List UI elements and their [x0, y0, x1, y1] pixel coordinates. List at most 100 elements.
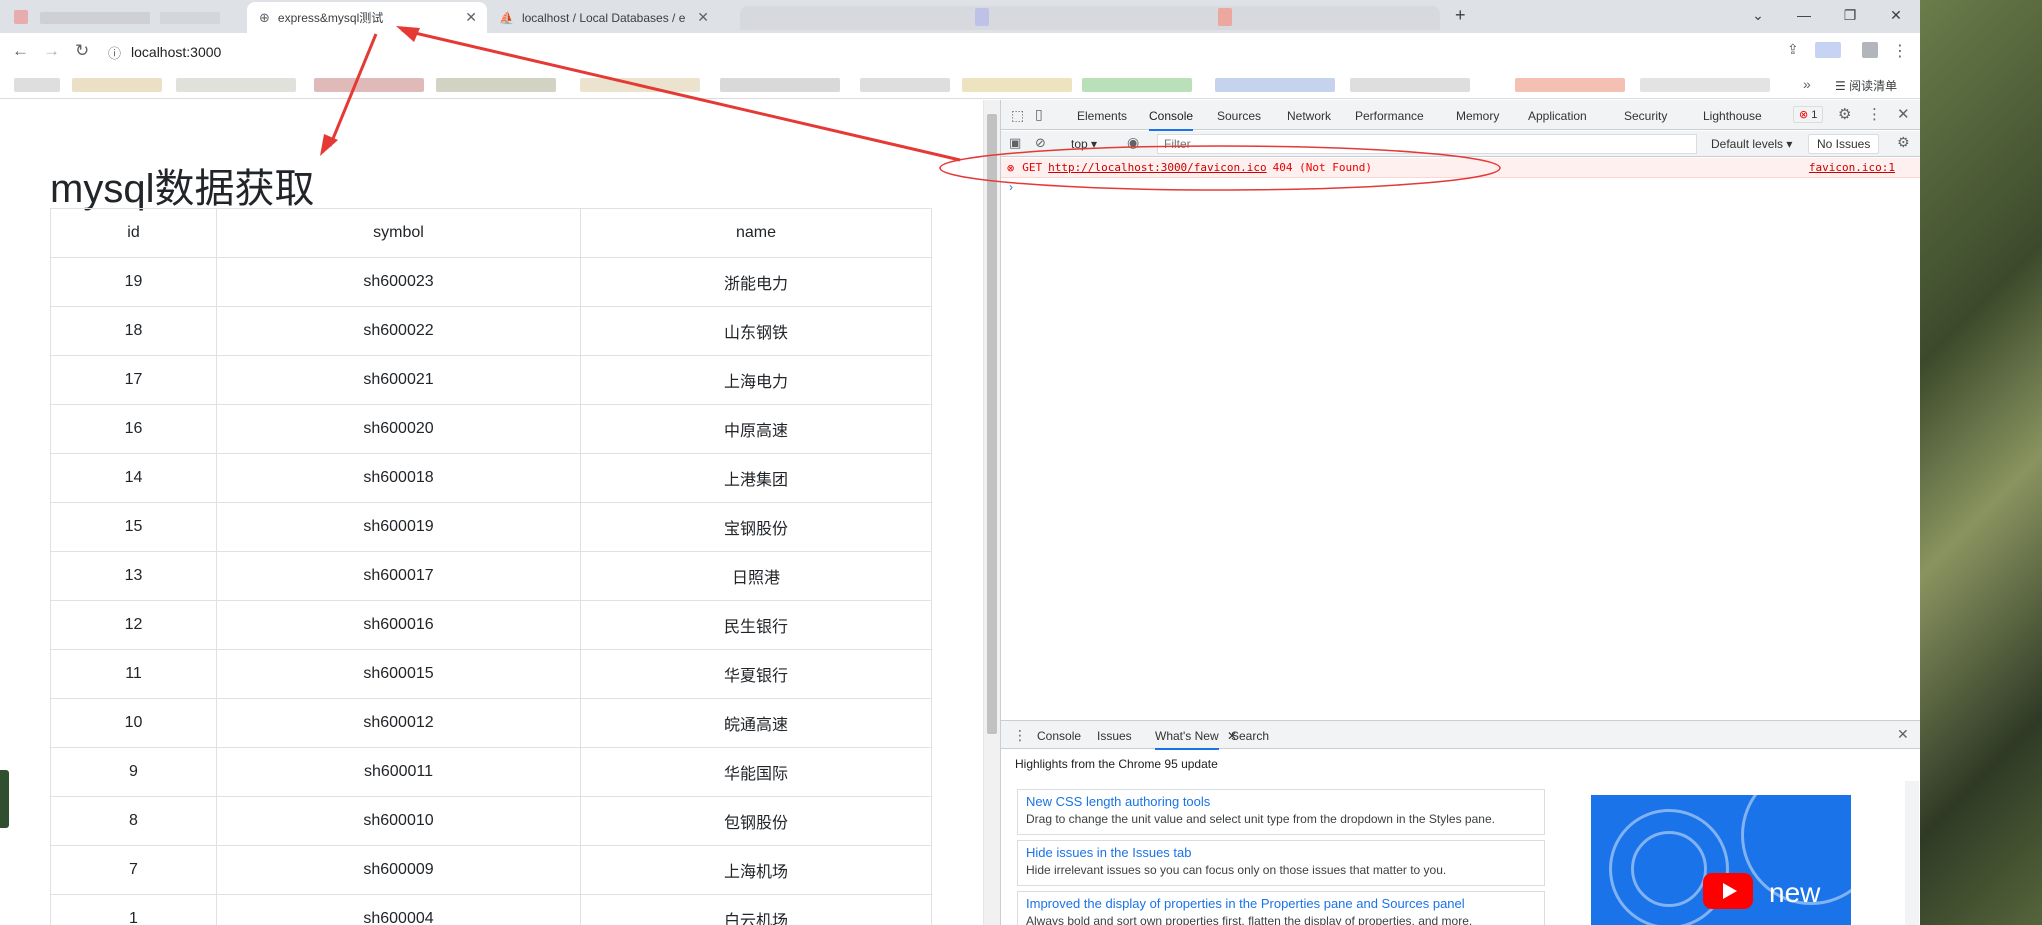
blurred-bookmark[interactable] [14, 78, 60, 92]
inspect-element-icon[interactable]: ⬚ [1011, 107, 1024, 124]
blurred-bookmark[interactable] [1350, 78, 1470, 92]
blurred-bookmark[interactable] [176, 78, 296, 92]
cell-symbol: sh600021 [216, 355, 581, 405]
blurred-extension-icon[interactable] [1862, 42, 1878, 58]
blurred-bookmark[interactable] [962, 78, 1072, 92]
console-error-message: ⊗ GET http://localhost:3000/favicon.ico … [1001, 158, 1920, 178]
devtools-tab-memory[interactable]: Memory [1456, 109, 1499, 123]
devtools-tab-sources[interactable]: Sources [1217, 109, 1261, 123]
live-expression-eye-icon[interactable]: ◉ [1127, 134, 1139, 151]
close-tab-icon[interactable]: ✕ [465, 9, 477, 26]
table-row: 8 sh600010 包钢股份 [50, 796, 932, 846]
devtools-tab-application[interactable]: Application [1528, 109, 1587, 123]
clear-console-icon[interactable]: ⊘ [1035, 135, 1046, 151]
cell-symbol: sh600010 [216, 796, 581, 846]
cell-name: 上海机场 [580, 845, 932, 895]
blurred-bookmark[interactable] [72, 78, 162, 92]
globe-icon: ⊕ [259, 9, 270, 25]
close-window-button[interactable]: ✕ [1873, 0, 1919, 30]
device-toolbar-icon[interactable]: ▯ [1035, 106, 1043, 123]
info-icon[interactable]: ⓘ [108, 43, 121, 62]
close-drawer-icon[interactable]: ✕ [1897, 726, 1909, 743]
share-icon[interactable]: ⇪ [1787, 41, 1799, 58]
news-description: Hide irrelevant issues so you can focus … [1026, 863, 1447, 877]
news-item[interactable]: Improved the display of properties in th… [1017, 891, 1545, 925]
devtools-tab-console[interactable]: Console [1149, 109, 1194, 131]
minimize-button[interactable]: — [1781, 0, 1827, 30]
drawer-tab-search[interactable]: Search [1231, 729, 1269, 743]
address-bar[interactable]: ⓘ localhost:3000 [108, 38, 1788, 66]
drawer-menu-icon[interactable]: ⋮ [1013, 727, 1027, 744]
restore-button[interactable]: ❐ [1827, 0, 1873, 30]
drawer-tab-console[interactable]: Console [1037, 729, 1081, 743]
blurred-tabs[interactable] [740, 6, 1440, 30]
error-source-link[interactable]: favicon.ico:1 [1809, 161, 1895, 174]
blurred-bookmark[interactable] [1515, 78, 1625, 92]
new-tab-button[interactable]: + [1455, 5, 1466, 26]
tab-express-mysql[interactable]: ⊕ express&mysql测试 ✕ [247, 2, 487, 33]
youtube-play-icon[interactable] [1703, 873, 1753, 909]
kebab-menu-icon[interactable]: ⋮ [1892, 41, 1908, 61]
back-arrow-icon[interactable]: ← [12, 41, 29, 61]
issues-button[interactable]: No Issues [1808, 134, 1880, 154]
forward-arrow-icon[interactable]: → [43, 41, 60, 61]
reading-list-button[interactable]: ☰ 阅读清单 [1835, 77, 1897, 94]
drawer-tab-whatsnew[interactable]: What's New [1155, 729, 1219, 750]
error-icon: ⊗ [1799, 109, 1809, 121]
error-url-link[interactable]: http://localhost:3000/favicon.ico [1048, 161, 1267, 174]
page-content: mysql数据获取 id symbol name 19 sh600023 浙能电力 1… [0, 100, 983, 925]
news-title[interactable]: Improved the display of properties in th… [1026, 896, 1536, 911]
devtools-tab-elements[interactable]: Elements [1077, 109, 1127, 123]
blurred-bookmark[interactable] [1082, 78, 1192, 92]
chrome-95-video-thumbnail[interactable]: new [1591, 795, 1851, 925]
close-tab-icon[interactable]: ✕ [697, 9, 709, 26]
blurred-bookmark[interactable] [860, 78, 950, 92]
cell-symbol: sh600018 [216, 453, 581, 503]
blurred-bookmark[interactable] [720, 78, 840, 92]
reading-list-label: 阅读清单 [1849, 79, 1898, 93]
column-header-id: id [50, 208, 217, 258]
blurred-bookmark[interactable] [580, 78, 700, 92]
cell-id: 14 [50, 453, 217, 503]
reload-icon[interactable]: ↻ [75, 41, 89, 61]
scrollbar-thumb[interactable] [987, 114, 997, 734]
blurred-extension-icon[interactable] [1815, 42, 1841, 58]
table-row: 17 sh600021 上海电力 [50, 355, 932, 405]
tab-phpmyadmin[interactable]: ⛵ localhost / Local Databases / e ✕ [487, 2, 719, 33]
blurred-bookmark[interactable] [314, 78, 424, 92]
context-selector[interactable]: top ▾ [1071, 137, 1097, 151]
blurred-tab[interactable] [14, 10, 28, 24]
devtools-tab-performance[interactable]: Performance [1355, 109, 1424, 123]
devtools-tab-security[interactable]: Security [1624, 109, 1667, 123]
drawer-scrollbar[interactable] [1905, 781, 1919, 925]
drawer-tab-issues[interactable]: Issues [1097, 729, 1132, 743]
log-levels-dropdown[interactable]: Default levels ▾ [1711, 137, 1792, 151]
blurred-bookmark[interactable] [436, 78, 556, 92]
table-row: 11 sh600015 华夏银行 [50, 649, 932, 699]
devtools-tab-lighthouse[interactable]: Lighthouse [1703, 109, 1762, 123]
phpmyadmin-icon: ⛵ [499, 10, 514, 25]
news-title[interactable]: New CSS length authoring tools [1026, 794, 1536, 809]
more-bookmarks-button[interactable]: » [1803, 76, 1811, 92]
news-item[interactable]: New CSS length authoring tools Drag to c… [1017, 789, 1545, 835]
console-settings-icon[interactable]: ⚙ [1897, 134, 1910, 151]
page-scrollbar[interactable] [983, 100, 1000, 925]
devtools-menu-icon[interactable]: ⋮ [1867, 105, 1882, 123]
error-status: 404 (Not Found) [1272, 161, 1372, 174]
devtools-tab-network[interactable]: Network [1287, 109, 1331, 123]
error-count-badge[interactable]: ⊗ 1 [1793, 106, 1824, 123]
tab-title: localhost / Local Databases / e [521, 10, 686, 25]
console-prompt-chevron[interactable]: › [1009, 180, 1013, 194]
bookmarks-bar: » ☰ 阅读清单 [0, 71, 1920, 99]
news-title[interactable]: Hide issues in the Issues tab [1026, 845, 1536, 860]
blurred-bookmark[interactable] [1215, 78, 1335, 92]
tab-search-icon[interactable]: ⌄ [1735, 0, 1781, 30]
sidebar-toggle-icon[interactable]: ▣ [1009, 135, 1021, 151]
settings-gear-icon[interactable]: ⚙ [1838, 105, 1851, 123]
blurred-bookmark[interactable] [1640, 78, 1770, 92]
close-devtools-icon[interactable]: ✕ [1897, 105, 1910, 123]
news-item[interactable]: Hide issues in the Issues tab Hide irrel… [1017, 840, 1545, 886]
cell-symbol: sh600022 [216, 306, 581, 356]
drawer-tabbar: ⋮ Console Issues What's New ✕ Search ✕ [1001, 721, 1920, 750]
console-filter-input[interactable] [1157, 134, 1697, 154]
